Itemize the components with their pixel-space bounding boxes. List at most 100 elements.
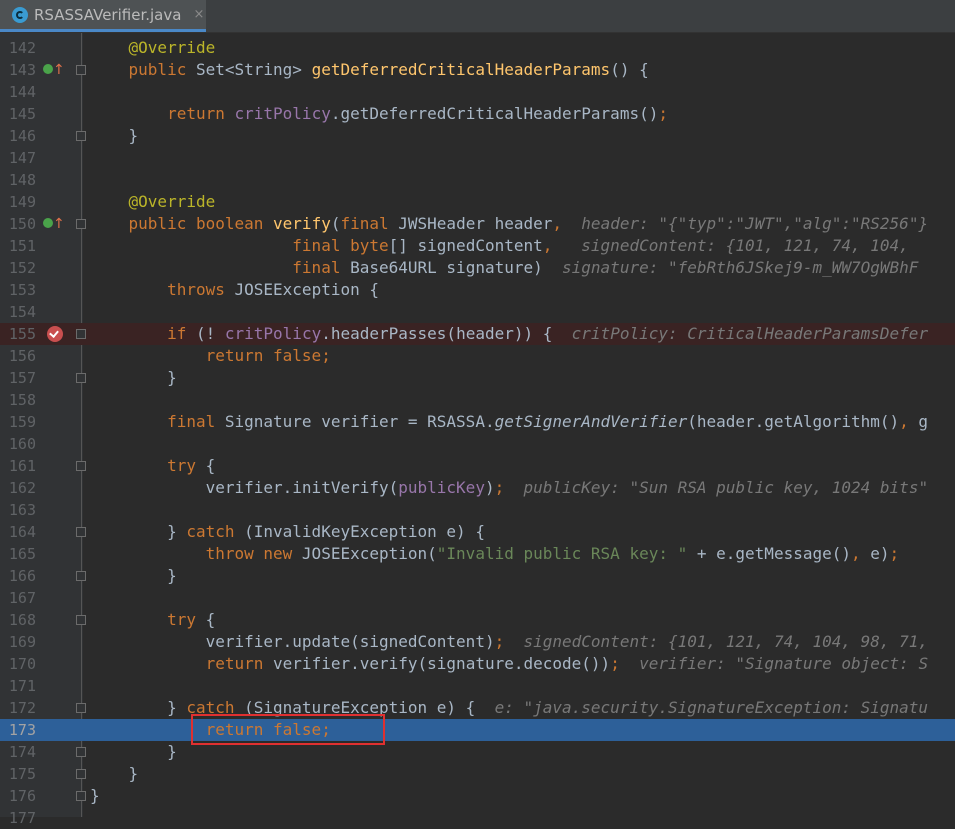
code-line[interactable]: 167 (0, 587, 955, 609)
breakpoint-icon[interactable] (47, 326, 63, 342)
code-line[interactable]: 144 (0, 81, 955, 103)
line-number[interactable]: 163 (0, 499, 36, 521)
code-line[interactable]: 145 return critPolicy.getDeferredCritica… (0, 103, 955, 125)
line-number[interactable]: 175 (0, 763, 36, 785)
code-text: return critPolicy.getDeferredCriticalHea… (90, 104, 668, 123)
line-number[interactable]: 161 (0, 455, 36, 477)
line-number[interactable]: 167 (0, 587, 36, 609)
line-number[interactable]: 157 (0, 367, 36, 389)
code-line[interactable]: 154 (0, 301, 955, 323)
line-number[interactable]: 151 (0, 235, 36, 257)
code-line[interactable]: 146 } (0, 125, 955, 147)
fold-marker-icon[interactable] (76, 769, 86, 779)
fold-marker-icon[interactable] (76, 527, 86, 537)
fold-marker-icon[interactable] (76, 791, 86, 801)
code-line[interactable]: 142 @Override (0, 37, 955, 59)
code-text: final Signature verifier = RSASSA.getSig… (90, 412, 929, 431)
line-number[interactable]: 144 (0, 81, 36, 103)
line-number[interactable]: 177 (0, 807, 36, 829)
line-number[interactable]: 146 (0, 125, 36, 147)
code-line[interactable]: 150 ↑ public boolean verify(final JWSHead… (0, 213, 955, 235)
line-number[interactable]: 173 (0, 719, 36, 741)
line-number[interactable]: 149 (0, 191, 36, 213)
code-line[interactable]: 159 final Signature verifier = RSASSA.ge… (0, 411, 955, 433)
line-number[interactable]: 150 (0, 213, 36, 235)
code-line[interactable]: 170 return verifier.verify(signature.dec… (0, 653, 955, 675)
line-number[interactable]: 176 (0, 785, 36, 807)
code-line[interactable]: 143 ↑ public Set<String> getDeferredCriti… (0, 59, 955, 81)
code-line[interactable]: 156 return false; (0, 345, 955, 367)
code-line[interactable]: 164 } catch (InvalidKeyException e) { (0, 521, 955, 543)
close-icon[interactable]: × (193, 7, 204, 22)
line-number[interactable]: 160 (0, 433, 36, 455)
code-line[interactable]: 153 throws JOSEException { (0, 279, 955, 301)
line-number[interactable]: 168 (0, 609, 36, 631)
fold-marker-icon[interactable] (76, 747, 86, 757)
red-highlight-box (191, 714, 385, 745)
line-number[interactable]: 155 (0, 323, 36, 345)
fold-marker-icon[interactable] (76, 65, 86, 75)
code-line[interactable]: 171 (0, 675, 955, 697)
override-arrow-icon[interactable]: ↑ (53, 59, 65, 81)
code-line[interactable]: 149 @Override (0, 191, 955, 213)
line-number[interactable]: 148 (0, 169, 36, 191)
code-line[interactable]: 158 (0, 389, 955, 411)
line-number[interactable]: 171 (0, 675, 36, 697)
code-line[interactable]: 173 return false; (0, 719, 955, 741)
fold-marker-icon[interactable] (76, 615, 86, 625)
line-number[interactable]: 169 (0, 631, 36, 653)
line-number[interactable]: 174 (0, 741, 36, 763)
fold-marker-icon[interactable] (76, 373, 86, 383)
code-line[interactable]: 174 } (0, 741, 955, 763)
code-line[interactable]: 152 final Base64URL signature) signature… (0, 257, 955, 279)
line-number[interactable]: 143 (0, 59, 36, 81)
line-number[interactable]: 156 (0, 345, 36, 367)
code-line[interactable]: 175 } (0, 763, 955, 785)
line-number[interactable]: 170 (0, 653, 36, 675)
override-arrow-icon[interactable]: ↑ (53, 213, 65, 235)
line-number[interactable]: 164 (0, 521, 36, 543)
fold-marker-icon[interactable] (76, 329, 86, 339)
implements-icon[interactable] (43, 64, 53, 74)
implements-icon[interactable] (43, 218, 53, 228)
fold-marker-icon[interactable] (76, 131, 86, 141)
code-line[interactable]: 160 (0, 433, 955, 455)
code-line[interactable]: 147 (0, 147, 955, 169)
code-line[interactable]: 151 final byte[] signedContent, signedCo… (0, 235, 955, 257)
code-line[interactable]: 148 (0, 169, 955, 191)
code-text: throws JOSEException { (90, 280, 379, 299)
line-number[interactable]: 152 (0, 257, 36, 279)
code-line[interactable]: 168 try { (0, 609, 955, 631)
code-line[interactable]: 176} (0, 785, 955, 807)
line-number[interactable]: 147 (0, 147, 36, 169)
fold-marker-icon[interactable] (76, 571, 86, 581)
fold-marker-icon[interactable] (76, 703, 86, 713)
inline-debug-value: critPolicy: CriticalHeaderParamsDefer (571, 324, 929, 343)
code-text: @Override (90, 192, 216, 211)
line-number[interactable]: 145 (0, 103, 36, 125)
line-number[interactable]: 162 (0, 477, 36, 499)
fold-marker-icon[interactable] (76, 219, 86, 229)
line-number[interactable]: 172 (0, 697, 36, 719)
line-number[interactable]: 158 (0, 389, 36, 411)
code-text: } (90, 742, 177, 761)
code-line[interactable]: 172 } catch (SignatureException e) { e: … (0, 697, 955, 719)
line-number[interactable]: 165 (0, 543, 36, 565)
code-line[interactable]: 157 } (0, 367, 955, 389)
line-number[interactable]: 154 (0, 301, 36, 323)
code-line[interactable]: 155 if (! critPolicy.headerPasses(header… (0, 323, 955, 345)
line-number[interactable]: 142 (0, 37, 36, 59)
code-line[interactable]: 165 throw new JOSEException("Invalid pub… (0, 543, 955, 565)
code-line[interactable]: 166 } (0, 565, 955, 587)
code-line[interactable]: 169 verifier.update(signedContent); sign… (0, 631, 955, 653)
code-line[interactable]: 162 verifier.initVerify(publicKey); publ… (0, 477, 955, 499)
line-number[interactable]: 153 (0, 279, 36, 301)
line-number[interactable]: 159 (0, 411, 36, 433)
code-line[interactable]: 177 (0, 807, 955, 829)
code-line[interactable]: 161 try { (0, 455, 955, 477)
fold-marker-icon[interactable] (76, 461, 86, 471)
tab-rsassaverifier[interactable]: RSASSAVerifier.java × (0, 0, 206, 32)
code-line[interactable]: 163 (0, 499, 955, 521)
line-number[interactable]: 166 (0, 565, 36, 587)
code-text: } (90, 786, 100, 805)
